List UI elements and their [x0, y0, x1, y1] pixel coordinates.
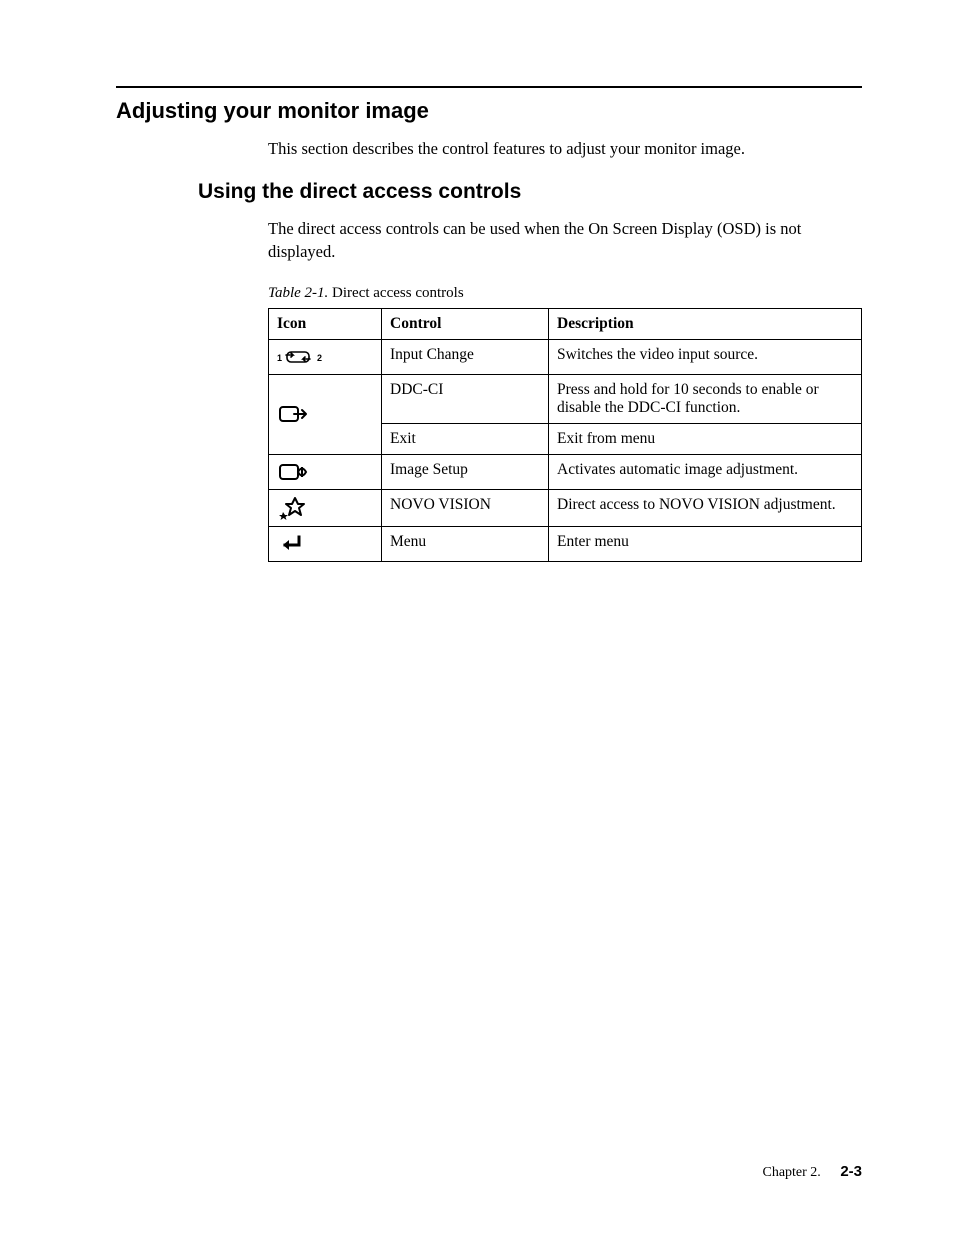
table-caption: Table 2-1. Direct access controls [268, 285, 862, 302]
description-cell: Press and hold for 10 seconds to enable … [549, 374, 862, 423]
table-row: DDC-CI Press and hold for 10 seconds to … [269, 374, 862, 423]
control-cell: Image Setup [382, 454, 549, 489]
table-row: Image Setup Activates automatic image ad… [269, 454, 862, 489]
footer-page-number: 2-3 [840, 1163, 862, 1180]
col-control: Control [382, 308, 549, 339]
input-change-icon: 1 2 [277, 347, 323, 364]
image-setup-icon [277, 462, 311, 479]
control-cell: DDC-CI [382, 374, 549, 423]
table-row: 1 2 Input Change Switches the video inpu… [269, 339, 862, 374]
icon-cell [269, 374, 382, 454]
description-cell: Enter menu [549, 526, 862, 561]
icon-cell [269, 526, 382, 561]
description-cell: Activates automatic image adjustment. [549, 454, 862, 489]
icon-cell [269, 489, 382, 526]
description-cell: Exit from menu [549, 423, 862, 454]
col-description: Description [549, 308, 862, 339]
icon-cell [269, 454, 382, 489]
col-icon: Icon [269, 308, 382, 339]
enter-icon [277, 534, 305, 551]
control-cell: Exit [382, 423, 549, 454]
icon-cell: 1 2 [269, 339, 382, 374]
table-caption-text: Direct access controls [332, 285, 464, 301]
direct-access-controls-table: Icon Control Description 1 2 [268, 308, 862, 562]
page-footer: Chapter 2. 2-3 [762, 1163, 862, 1181]
control-cell: Input Change [382, 339, 549, 374]
table-header-row: Icon Control Description [269, 308, 862, 339]
section-intro: This section describes the control featu… [268, 138, 862, 160]
svg-text:2: 2 [317, 353, 322, 363]
control-cell: NOVO VISION [382, 489, 549, 526]
table-caption-label: Table 2-1. [268, 285, 328, 301]
section-heading: Adjusting your monitor image [116, 98, 862, 124]
table-row: Menu Enter menu [269, 526, 862, 561]
footer-chapter: Chapter 2. [762, 1165, 820, 1180]
table-row: NOVO VISION Direct access to NOVO VISION… [269, 489, 862, 526]
svg-text:1: 1 [277, 353, 282, 363]
description-cell: Switches the video input source. [549, 339, 862, 374]
top-rule [116, 86, 862, 88]
subsection-body: The direct access controls can be used w… [268, 218, 862, 263]
description-cell: Direct access to NOVO VISION adjustment. [549, 489, 862, 526]
exit-arrow-icon [277, 405, 311, 422]
control-cell: Menu [382, 526, 549, 561]
novo-vision-icon [277, 498, 307, 515]
subsection-heading: Using the direct access controls [198, 180, 862, 204]
